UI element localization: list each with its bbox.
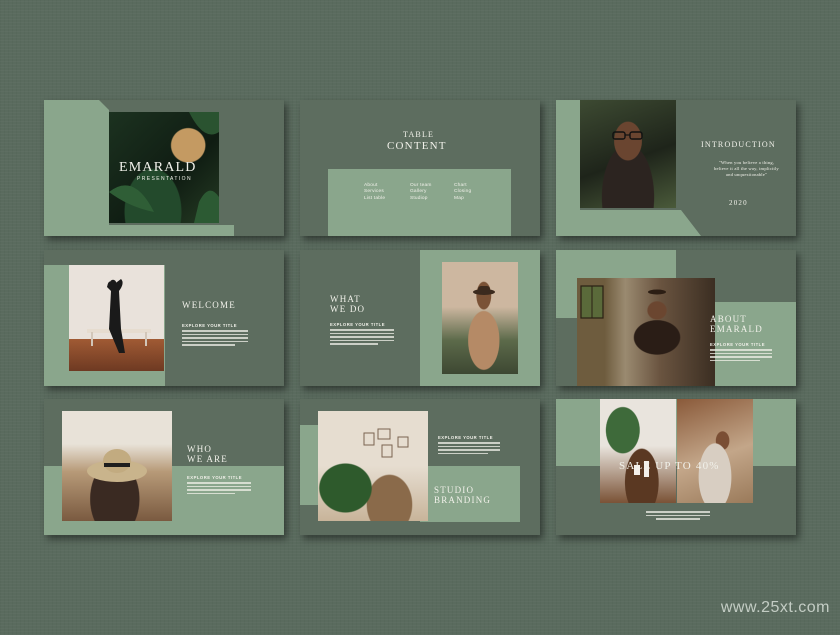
sale-photo-left (600, 399, 676, 503)
hat-icon (87, 449, 147, 482)
who-we-are-photo (62, 411, 172, 521)
slide-about-emarald[interactable]: ABOUT EMARALD EXPLORE YOUR TITLE (556, 250, 796, 386)
slide-sale[interactable]: SALE UP TO 40% (556, 399, 796, 535)
about-title-line1: ABOUT (710, 314, 747, 324)
window-icon (580, 285, 666, 319)
who-we-are-title-line1: WHO (187, 444, 213, 454)
cups-icon (634, 461, 649, 477)
slide-welcome[interactable]: WELCOME EXPLORE YOUR TITLE (44, 250, 284, 386)
welcome-caption: EXPLORE YOUR TITLE (182, 323, 237, 328)
studio-title-line2: BRANDING (434, 495, 492, 505)
what-we-do-caption: EXPLORE YOUR TITLE (330, 322, 385, 327)
watermark: www.25xt.com (720, 599, 830, 616)
cover-subtitle: PRESENTATION (137, 176, 192, 182)
slide-who-we-are[interactable]: WHO WE ARE EXPLORE YOUR TITLE (44, 399, 284, 535)
welcome-paragraph (182, 330, 248, 346)
who-we-are-title-line2: WE ARE (187, 454, 228, 464)
about-paragraph (710, 349, 772, 361)
toc-col-3: Chart Closing Map (454, 183, 471, 202)
slide-studio-branding[interactable]: EXPLORE YOUR TITLE STUDIO BRANDING (300, 399, 540, 535)
what-we-do-title-line1: WHAT (330, 294, 361, 304)
light-panel-left (300, 425, 318, 505)
slide-what-we-do[interactable]: WHAT WE DO EXPLORE YOUR TITLE (300, 250, 540, 386)
toc-item[interactable]: List table (364, 196, 385, 202)
about-caption: EXPLORE YOUR TITLE (710, 342, 765, 347)
intro-quote: "When you believe a thing, believe it al… (714, 160, 779, 179)
hat-icon (473, 286, 495, 295)
intro-title: INTRODUCTION (701, 140, 776, 149)
toc-title-line2: CONTENT (387, 140, 447, 152)
intro-year: 2020 (729, 199, 748, 207)
toc-item[interactable]: Services (364, 189, 385, 195)
what-we-do-paragraph (330, 329, 394, 345)
toc-col-1: About Services List table (364, 183, 385, 202)
glasses-icon (612, 131, 643, 140)
studio-title-line1: STUDIO (434, 485, 475, 495)
about-title-line2: EMARALD (710, 324, 763, 334)
sale-paragraph (646, 511, 710, 520)
cover-title: EMARALD (119, 160, 197, 175)
what-we-do-title-line2: WE DO (330, 304, 366, 314)
slide-emarald-cover[interactable]: EMARALD PRESENTATION (44, 100, 284, 236)
studio-caption: EXPLORE YOUR TITLE (438, 435, 493, 440)
toc-panel (328, 169, 511, 236)
toc-col-2: Our team Gallery Studiop (410, 183, 432, 202)
toc-item[interactable]: Closing (454, 189, 471, 195)
about-photo (577, 278, 715, 386)
light-panel (556, 399, 796, 466)
slide-introduction[interactable]: INTRODUCTION "When you believe a thing, … (556, 100, 796, 236)
sale-photo-right (677, 399, 753, 503)
welcome-photo (69, 265, 164, 371)
who-we-are-paragraph (187, 482, 251, 494)
toc-item[interactable]: Studiop (410, 196, 432, 202)
what-we-do-photo (442, 262, 518, 374)
studio-photo (318, 411, 428, 521)
person-figure (87, 279, 151, 353)
portrait-photo (580, 100, 676, 208)
welcome-title: WELCOME (182, 300, 236, 310)
toc-item[interactable]: Map (454, 196, 471, 202)
toc-title-line1: TABLE (403, 130, 435, 139)
sale-title: SALE UP TO 40% (619, 460, 720, 472)
who-we-are-caption: EXPLORE YOUR TITLE (187, 475, 242, 480)
quote-line: and unquestionable" (725, 172, 768, 178)
studio-paragraph (438, 442, 500, 454)
frames-icon (363, 428, 409, 458)
slide-table-content[interactable]: TABLE CONTENT About Services List table … (300, 100, 540, 236)
